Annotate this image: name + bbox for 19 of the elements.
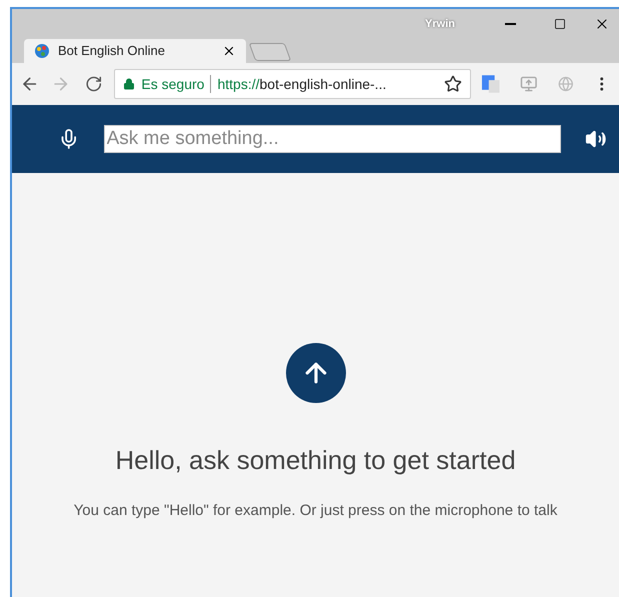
address-bar[interactable]: Es seguro https://bot-english-online-... [114,69,471,99]
tab-close-icon[interactable] [222,44,236,58]
bookmark-star-icon[interactable] [444,75,462,93]
minimize-icon [504,23,516,25]
url-text: bot-english-online-... [260,74,388,94]
hint-text: You can type "Hello" for example. Or just press on the microphone to talk [74,501,558,521]
reload-icon[interactable] [84,75,102,93]
speaker-icon[interactable] [585,128,607,150]
maximize-icon [554,18,566,30]
url-scheme: https:// [217,74,260,94]
browser-tab[interactable]: Bot English Online [24,39,246,63]
security-label: Es seguro [141,74,204,94]
translate-icon[interactable] [480,74,500,94]
welcome-heading: Hello, ask something to get started [115,444,516,477]
lock-icon [123,78,136,90]
user-name: Yrwin [425,16,455,32]
globe-logo-icon [34,43,50,59]
tab-title: Bot English Online [58,42,166,60]
ask-input-field[interactable]: Ask me something... [104,125,562,153]
